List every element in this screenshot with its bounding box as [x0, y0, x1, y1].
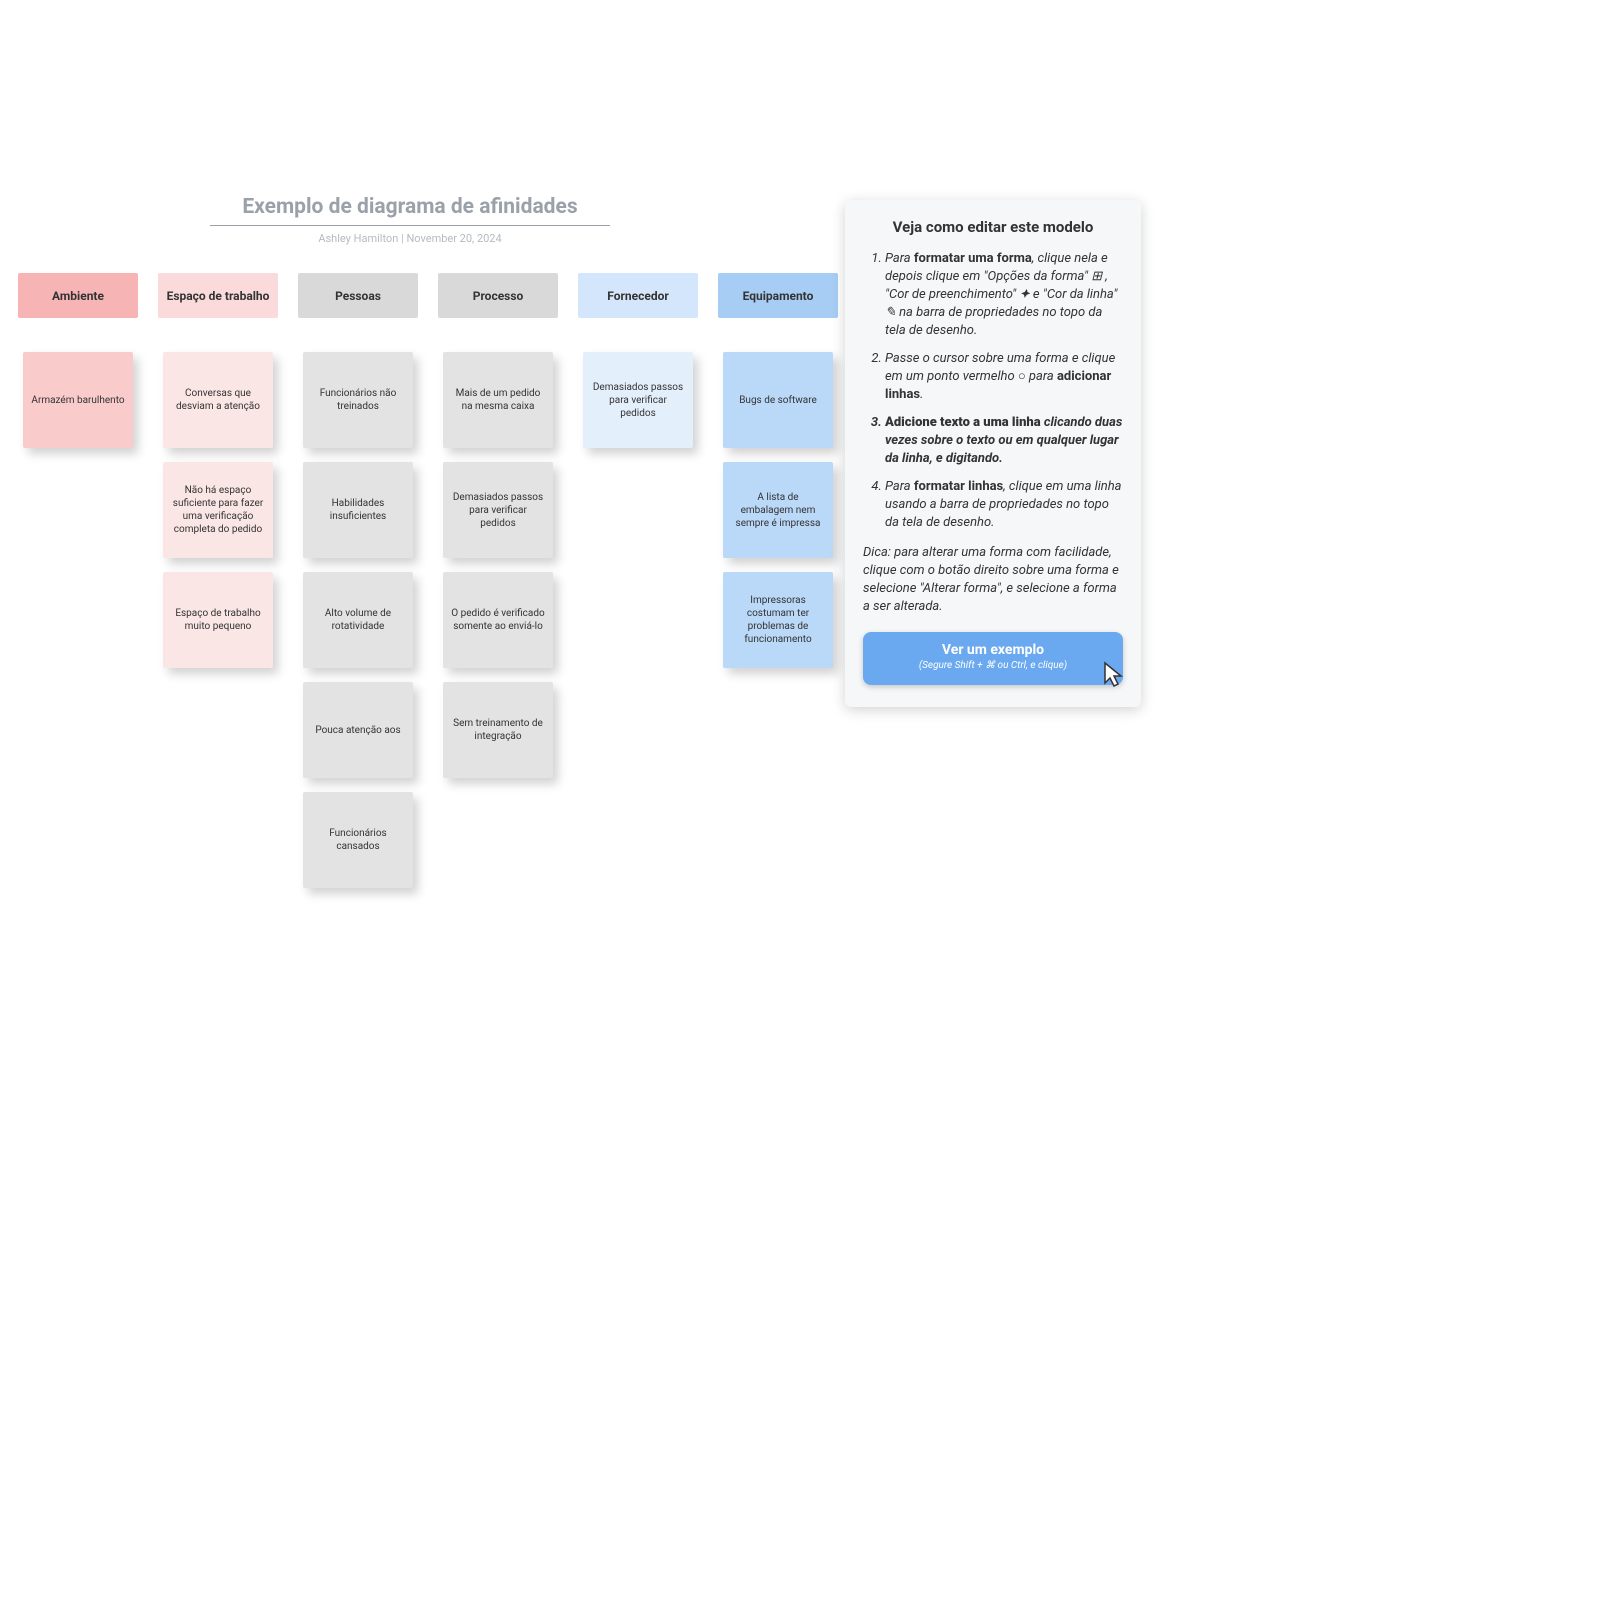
help-step: Passe o cursor sobre uma forma e clique …	[885, 350, 1123, 404]
diagram-meta: Ashley Hamilton | November 20, 2024	[210, 232, 610, 245]
affinity-card[interactable]: Demasiados passos para verificar pedidos	[443, 462, 553, 558]
help-title: Veja como editar este modelo	[863, 218, 1123, 236]
column-3: Processo Mais de um pedido na mesma caixa…	[438, 273, 558, 902]
affinity-card[interactable]: A lista de embalagem nem sempre é impres…	[723, 462, 833, 558]
column-header[interactable]: Pessoas	[298, 273, 418, 318]
columns-container: Ambiente Armazém barulhento Espaço de trab…	[0, 273, 820, 902]
help-panel: Veja como editar este modelo Para format…	[845, 200, 1141, 707]
column-4: Fornecedor Demasiados passos para verific…	[578, 273, 698, 902]
column-header[interactable]: Equipamento	[718, 273, 838, 318]
help-steps: Para formatar uma forma, clique nela e d…	[863, 250, 1123, 532]
diagram-title[interactable]: Exemplo de diagrama de afinidades	[210, 195, 610, 226]
column-2: Pessoas Funcionários não treinados Habilid…	[298, 273, 418, 902]
column-5: Equipamento Bugs de software A lista de em…	[718, 273, 838, 902]
title-block: Exemplo de diagrama de afinidades Ashley…	[210, 195, 610, 245]
help-step: Para formatar uma forma, clique nela e d…	[885, 250, 1123, 340]
affinity-card[interactable]: Pouca atenção aos	[303, 682, 413, 778]
affinity-card[interactable]: Não há espaço suficiente para fazer uma …	[163, 462, 273, 558]
column-0: Ambiente Armazém barulhento	[18, 273, 138, 902]
column-header[interactable]: Ambiente	[18, 273, 138, 318]
affinity-card[interactable]: Funcionários cansados	[303, 792, 413, 888]
affinity-card[interactable]: Conversas que desviam a atenção	[163, 352, 273, 448]
affinity-card[interactable]: Habilidades insuficientes	[303, 462, 413, 558]
help-tip: Dica: para alterar uma forma com facilid…	[863, 544, 1123, 616]
affinity-card[interactable]: Espaço de trabalho muito pequeno	[163, 572, 273, 668]
see-example-button-label: Ver um exemplo	[942, 642, 1044, 658]
column-header[interactable]: Fornecedor	[578, 273, 698, 318]
affinity-card[interactable]: Funcionários não treinados	[303, 352, 413, 448]
help-step: Adicione texto a uma linha clicando duas…	[885, 414, 1123, 468]
canvas: Exemplo de diagrama de afinidades Ashley…	[0, 0, 1600, 1600]
cursor-icon	[1099, 659, 1129, 693]
see-example-button[interactable]: Ver um exemplo (Segure Shift + ⌘ ou Ctrl…	[863, 632, 1123, 685]
affinity-diagram: Exemplo de diagrama de afinidades Ashley…	[0, 195, 820, 902]
column-header[interactable]: Processo	[438, 273, 558, 318]
diagram-author: Ashley Hamilton	[318, 232, 398, 245]
diagram-date: November 20, 2024	[406, 232, 501, 245]
see-example-button-sub: (Segure Shift + ⌘ ou Ctrl, e clique)	[869, 660, 1117, 671]
column-1: Espaço de trabalho Conversas que desviam …	[158, 273, 278, 902]
affinity-card[interactable]: Demasiados passos para verificar pedidos	[583, 352, 693, 448]
affinity-card[interactable]: Sem treinamento de integração	[443, 682, 553, 778]
affinity-card[interactable]: Armazém barulhento	[23, 352, 133, 448]
affinity-card[interactable]: O pedido é verificado somente ao enviá-l…	[443, 572, 553, 668]
affinity-card[interactable]: Mais de um pedido na mesma caixa	[443, 352, 553, 448]
affinity-card[interactable]: Impressoras costumam ter problemas de fu…	[723, 572, 833, 668]
affinity-card[interactable]: Alto volume de rotatividade	[303, 572, 413, 668]
help-step: Para formatar linhas, clique em uma linh…	[885, 478, 1123, 532]
affinity-card[interactable]: Bugs de software	[723, 352, 833, 448]
column-header[interactable]: Espaço de trabalho	[158, 273, 278, 318]
